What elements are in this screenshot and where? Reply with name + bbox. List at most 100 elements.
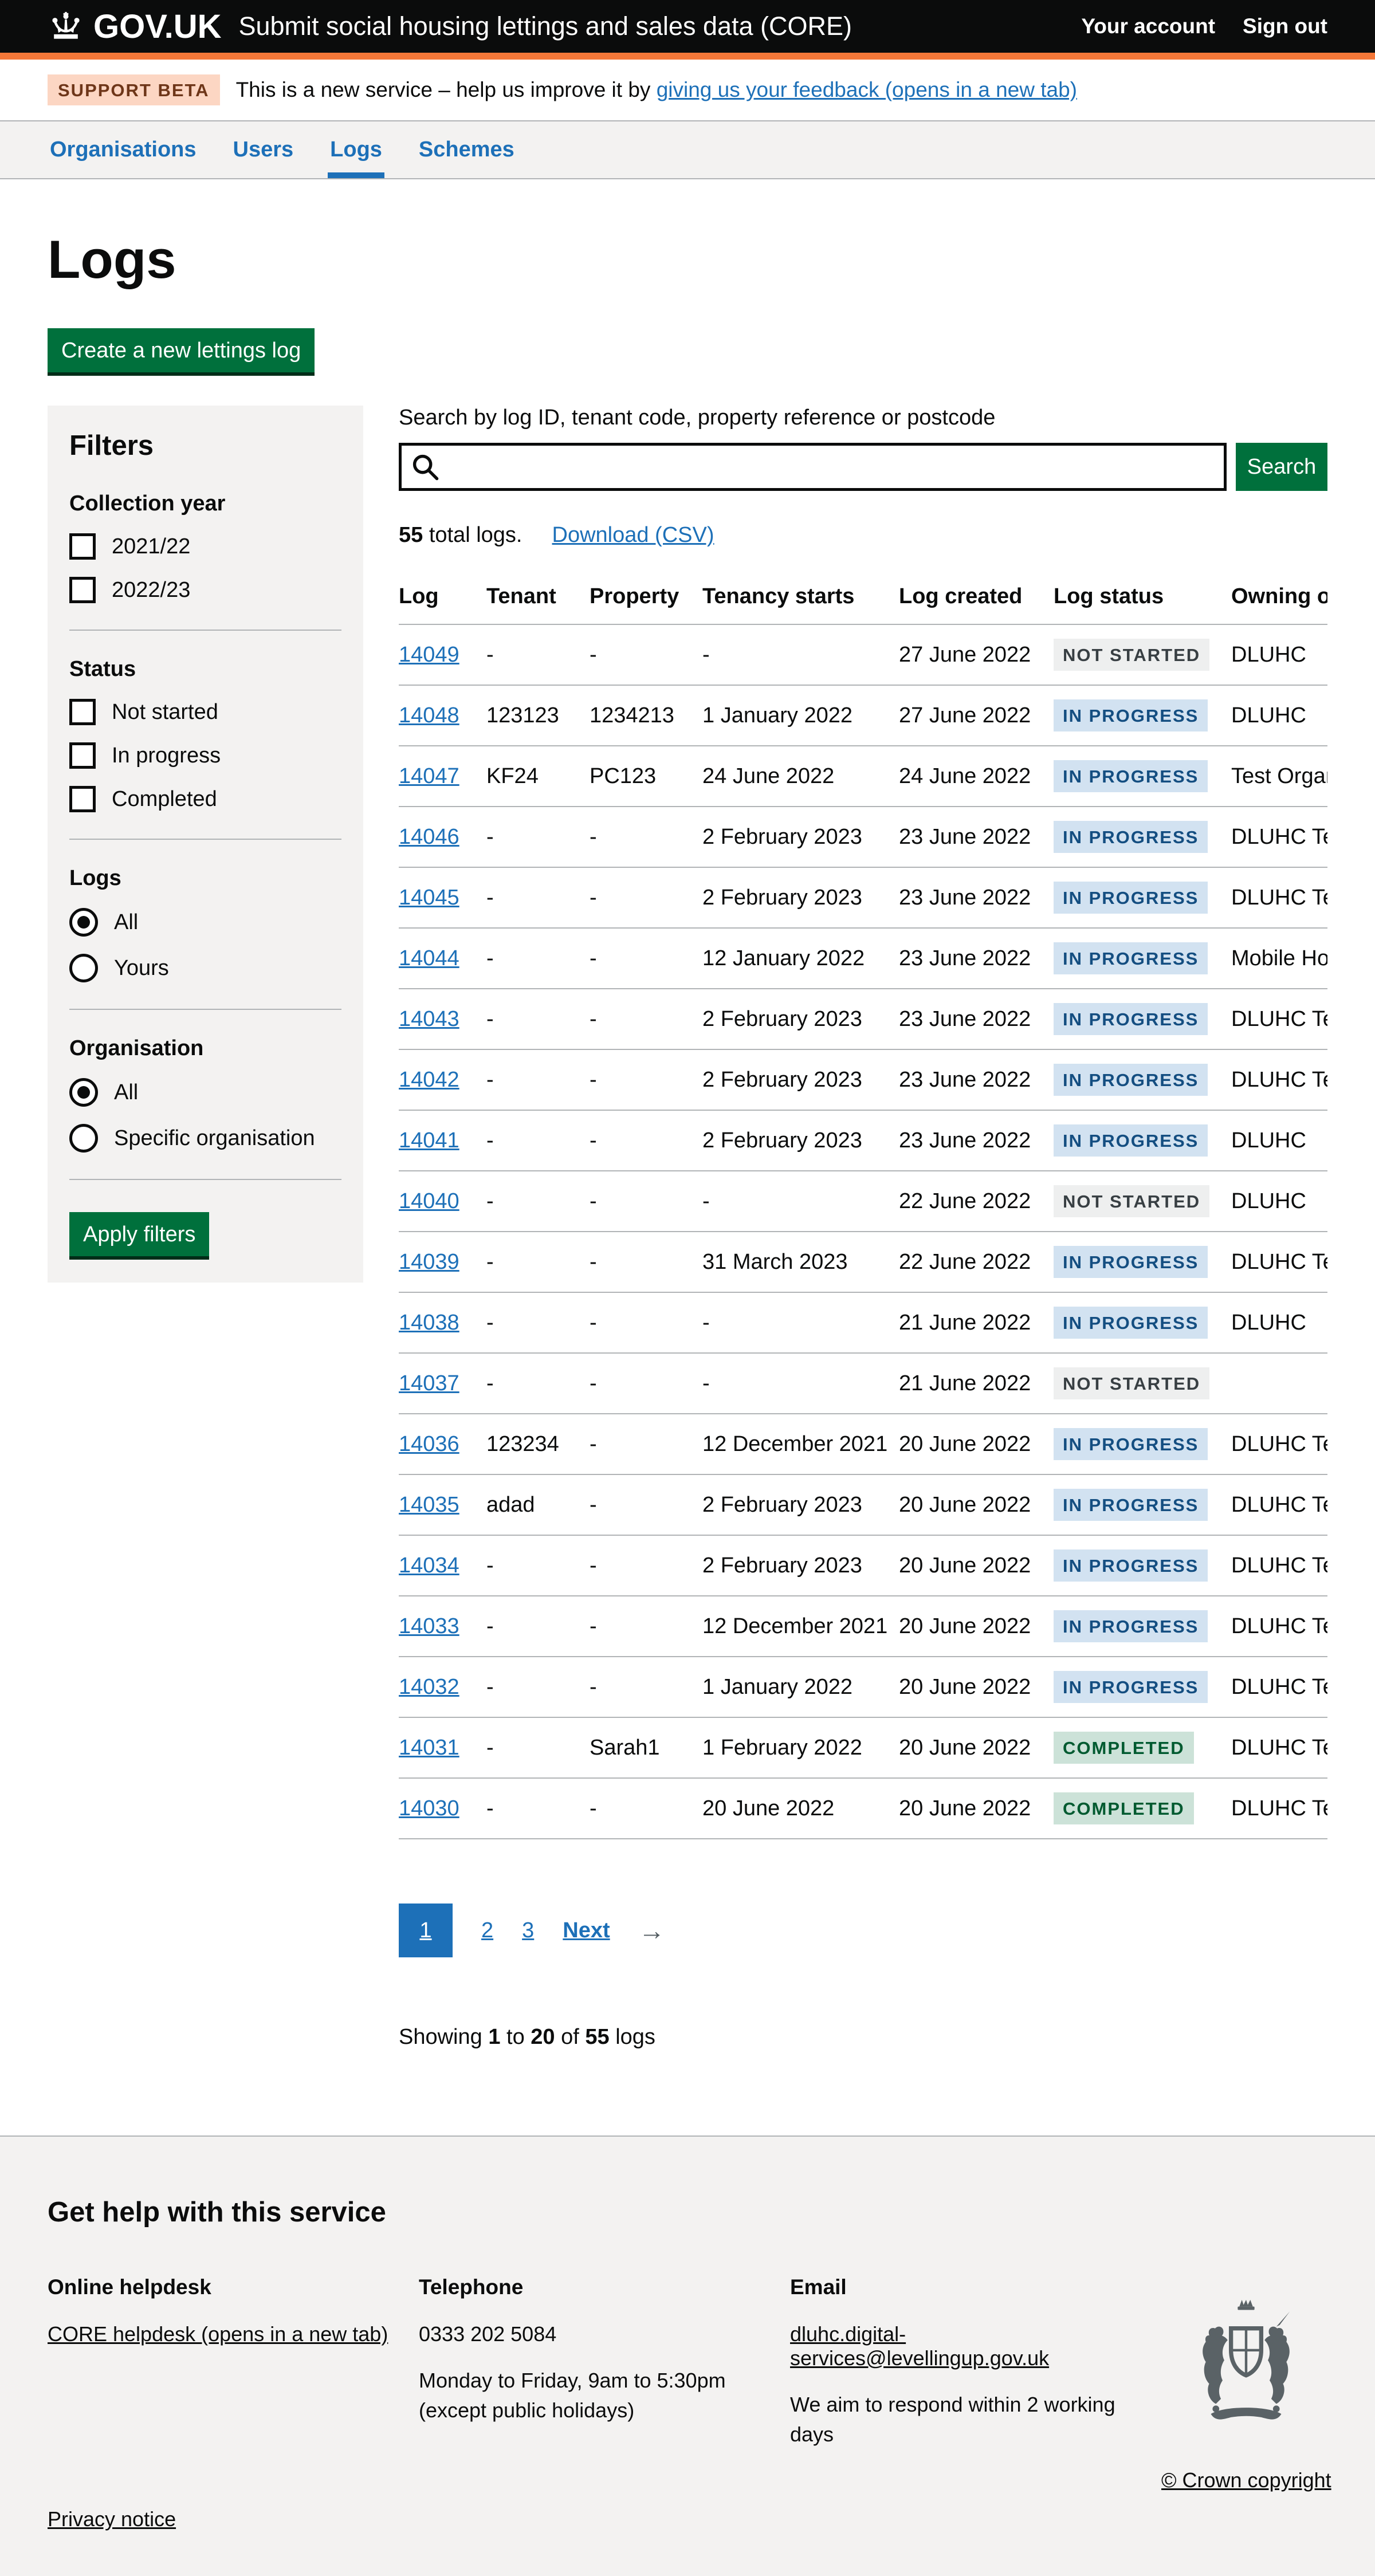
tenancy-starts-cell: 31 March 2023 (702, 1232, 899, 1292)
checkbox[interactable] (69, 533, 96, 560)
tenant-cell: - (486, 1049, 590, 1110)
table-row: 14037 - - - 21 June 2022 NOT STARTED (399, 1353, 1327, 1414)
log-link[interactable]: 14049 (399, 643, 459, 667)
log-link[interactable]: 14036 (399, 1432, 459, 1456)
log-link[interactable]: 14047 (399, 764, 459, 788)
radio[interactable] (69, 1124, 98, 1153)
pagination-page-3[interactable]: 3 (522, 1918, 534, 1943)
checkbox[interactable] (69, 699, 96, 725)
crown-copyright-link[interactable]: © Crown copyright (1161, 2468, 1331, 2492)
table-row: 14045 - - 2 February 2023 23 June 2022 I… (399, 867, 1327, 928)
tenancy-starts-cell: - (702, 1171, 899, 1232)
nav-tab-schemes[interactable]: Schemes (417, 121, 517, 178)
log-link[interactable]: 14044 (399, 946, 459, 970)
gov-header: GOV.UK Submit social housing lettings an… (0, 0, 1375, 60)
radio-option-yours[interactable]: Yours (69, 954, 341, 982)
owning-organisation-cell: DLUHC Test (1231, 867, 1327, 928)
property-cell: - (590, 1778, 702, 1839)
tenant-cell: - (486, 928, 590, 989)
checkbox[interactable] (69, 786, 96, 812)
create-lettings-log-button[interactable]: Create a new lettings log (48, 328, 315, 372)
pagination-current-page[interactable]: 1 (399, 1904, 453, 1957)
tenant-cell: - (486, 624, 590, 685)
log-link[interactable]: 14041 (399, 1128, 459, 1153)
email-link[interactable]: dluhc.digital-services@levellingup.gov.u… (790, 2322, 1049, 2370)
log-link[interactable]: 14034 (399, 1554, 459, 1578)
checkbox-option-not-started[interactable]: Not started (69, 699, 341, 725)
owning-organisation-cell: DLUHC Test (1231, 1414, 1327, 1474)
email-note: We aim to respond within 2 working days (790, 2390, 1161, 2449)
table-row: 14042 - - 2 February 2023 23 June 2022 I… (399, 1049, 1327, 1110)
property-cell: - (590, 807, 702, 867)
tenancy-starts-cell: 1 February 2022 (702, 1717, 899, 1778)
search-button[interactable]: Search (1236, 443, 1327, 491)
sign-out-link[interactable]: Sign out (1243, 14, 1327, 38)
your-account-link[interactable]: Your account (1081, 14, 1215, 38)
divider (69, 630, 341, 631)
log-link[interactable]: 14048 (399, 703, 459, 727)
radio[interactable] (69, 954, 98, 982)
tenancy-starts-cell: - (702, 624, 899, 685)
status-badge: COMPLETED (1054, 1792, 1194, 1824)
tenancy-starts-cell: 2 February 2023 (702, 867, 899, 928)
table-row: 14047 KF24 PC123 24 June 2022 24 June 20… (399, 746, 1327, 807)
log-link[interactable]: 14043 (399, 1007, 459, 1031)
log-link[interactable]: 14033 (399, 1614, 459, 1638)
nav-tab-logs[interactable]: Logs (328, 121, 384, 178)
col-header-property: Property (590, 584, 702, 624)
pagination-page-2[interactable]: 2 (481, 1918, 493, 1943)
feedback-link[interactable]: giving us your feedback (opens in a new … (657, 78, 1077, 101)
log-link[interactable]: 14039 (399, 1250, 459, 1274)
crown-icon (48, 11, 84, 41)
govuk-logo-link[interactable]: GOV.UK (48, 7, 221, 46)
service-name-link[interactable]: Submit social housing lettings and sales… (238, 11, 852, 41)
log-link[interactable]: 14045 (399, 886, 459, 910)
table-row: 14043 - - 2 February 2023 23 June 2022 I… (399, 989, 1327, 1049)
privacy-notice-link[interactable]: Privacy notice (48, 2507, 176, 2531)
govuk-logo-text: GOV.UK (93, 7, 221, 46)
col-header-owning-organisation: Owning organisation (1231, 584, 1327, 624)
table-row: 14049 - - - 27 June 2022 NOT STARTED DLU… (399, 624, 1327, 685)
status-badge: NOT STARTED (1054, 639, 1209, 671)
property-cell: - (590, 867, 702, 928)
royal-arms-icon (1196, 2298, 1297, 2442)
telephone-number: 0333 202 5084 (419, 2322, 790, 2346)
log-link[interactable]: 14046 (399, 825, 459, 849)
status-badge: IN PROGRESS (1054, 1003, 1208, 1035)
radio[interactable] (69, 908, 98, 937)
nav-tab-users[interactable]: Users (231, 121, 296, 178)
radio-option-specific-organisation[interactable]: Specific organisation (69, 1124, 341, 1153)
log-link[interactable]: 14042 (399, 1068, 459, 1092)
status-badge: IN PROGRESS (1054, 1246, 1208, 1278)
search-label: Search by log ID, tenant code, property … (399, 406, 1327, 430)
tenancy-starts-cell: 20 June 2022 (702, 1778, 899, 1839)
checkbox-option-2022-23[interactable]: 2022/23 (69, 577, 341, 603)
filter-group-status: StatusNot startedIn progressCompleted (69, 657, 341, 812)
checkbox[interactable] (69, 577, 96, 603)
download-csv-link[interactable]: Download (CSV) (552, 523, 714, 547)
nav-tab-organisations[interactable]: Organisations (48, 121, 199, 178)
log-link[interactable]: 14037 (399, 1371, 459, 1395)
radio[interactable] (69, 1078, 98, 1107)
log-link[interactable]: 14031 (399, 1736, 459, 1760)
checkbox-option-completed[interactable]: Completed (69, 786, 341, 812)
log-link[interactable]: 14035 (399, 1493, 459, 1517)
log-link[interactable]: 14030 (399, 1796, 459, 1820)
log-link[interactable]: 14038 (399, 1311, 459, 1335)
log-link[interactable]: 14040 (399, 1189, 459, 1213)
property-cell: - (590, 1110, 702, 1171)
table-row: 14041 - - 2 February 2023 23 June 2022 I… (399, 1110, 1327, 1171)
pagination-next-link[interactable]: Next (563, 1918, 610, 1943)
checkbox[interactable] (69, 742, 96, 769)
table-row: 14030 - - 20 June 2022 20 June 2022 COMP… (399, 1778, 1327, 1839)
table-row: 14036 123234 - 12 December 2021 20 June … (399, 1414, 1327, 1474)
checkbox-option-2021-22[interactable]: 2021/22 (69, 533, 341, 560)
core-helpdesk-link[interactable]: CORE helpdesk (opens in a new tab) (48, 2322, 388, 2346)
search-input[interactable] (399, 443, 1227, 491)
checkbox-option-in-progress[interactable]: In progress (69, 742, 341, 769)
property-cell: - (590, 1292, 702, 1353)
radio-option-all[interactable]: All (69, 908, 341, 937)
apply-filters-button[interactable]: Apply filters (69, 1212, 209, 1256)
radio-option-all[interactable]: All (69, 1078, 341, 1107)
log-link[interactable]: 14032 (399, 1675, 459, 1699)
